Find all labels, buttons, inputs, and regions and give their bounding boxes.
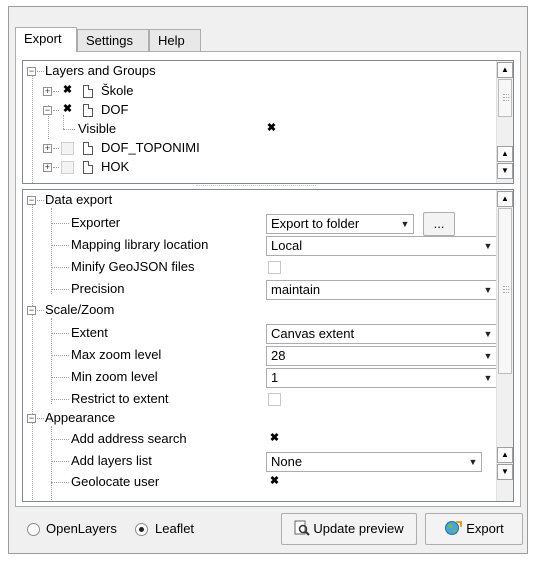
scroll-up-icon[interactable]: ▲ (497, 191, 513, 207)
layers-scrollbar[interactable]: ▲ ▲ ▼ (496, 61, 513, 183)
layer-file-icon (83, 142, 93, 155)
chevron-down-icon: ▼ (483, 373, 493, 383)
geolocate-checkbox[interactable]: ✖ (268, 476, 281, 489)
layer-name: DOF_TOPONIMI (101, 140, 200, 155)
tab-export[interactable]: Export (15, 27, 77, 52)
expand-icon[interactable]: + (43, 87, 52, 96)
section-label: Data export (45, 192, 113, 207)
collapse-icon[interactable]: − (27, 414, 36, 423)
layer-name: Škole (101, 83, 134, 98)
scroll-down-icon[interactable]: ▼ (497, 464, 513, 480)
collapse-icon[interactable]: − (27, 306, 36, 315)
browse-button[interactable]: ... (423, 212, 455, 236)
exporter-select[interactable]: Export to folder ▼ (266, 214, 414, 234)
chevron-down-icon: ▼ (483, 285, 493, 295)
radio-leaflet-label: Leaflet (155, 521, 195, 536)
layer-file-icon (83, 85, 93, 98)
layer-visibility-checkbox[interactable] (61, 161, 74, 174)
restrict-extent-checkbox[interactable] (268, 393, 281, 406)
visible-checkbox[interactable]: ✖ (265, 123, 278, 136)
chevron-down-icon: ▼ (483, 329, 493, 339)
setting-label: Minify GeoJSON files (71, 259, 195, 274)
setting-label: Exporter (71, 215, 121, 230)
radio-leaflet[interactable] (135, 523, 148, 536)
setting-label: Add layers list (71, 453, 152, 468)
setting-label: Restrict to extent (71, 391, 169, 406)
extent-select[interactable]: Canvas extent ▼ (266, 324, 497, 344)
setting-exporter: Exporter Export to folder ▼ ... (23, 212, 497, 236)
layer-name: HOK (101, 159, 130, 174)
min-zoom-select[interactable]: 1 ▼ (266, 368, 497, 388)
section-label: Scale/Zoom (45, 302, 115, 317)
tab-settings[interactable]: Settings (77, 29, 149, 51)
layers-tree[interactable]: − Layers and Groups + ✖ Škole − ✖ DOF Vi… (22, 60, 514, 184)
setting-max-zoom: Max zoom level 28 ▼ (23, 346, 497, 366)
export-dialog: Export Settings Help − Layers and Groups… (8, 6, 528, 554)
setting-extent: Extent Canvas extent ▼ (23, 324, 497, 344)
collapse-icon[interactable]: − (27, 196, 36, 205)
scroll-up-icon[interactable]: ▲ (497, 447, 513, 463)
tab-help[interactable]: Help (149, 29, 201, 51)
setting-label: Min zoom level (71, 369, 158, 384)
collapse-icon[interactable]: − (27, 67, 36, 76)
address-search-checkbox[interactable]: ✖ (268, 433, 281, 446)
minify-checkbox[interactable] (268, 261, 281, 274)
scroll-up-icon[interactable]: ▲ (497, 146, 513, 162)
scroll-thumb[interactable] (498, 208, 512, 374)
globe-export-icon (445, 521, 463, 535)
scroll-thumb[interactable] (498, 79, 512, 117)
chevron-down-icon: ▼ (468, 457, 478, 467)
setting-restrict-extent: Restrict to extent (23, 390, 497, 410)
setting-address-search: Add address search ✖ (23, 430, 497, 450)
layer-visibility-checkbox[interactable] (61, 142, 74, 155)
setting-min-zoom: Min zoom level 1 ▼ (23, 368, 497, 388)
setting-geolocate: Geolocate user ✖ (23, 473, 497, 493)
tree-node-label: Layers and Groups (45, 63, 156, 78)
layer-name: DOF (101, 102, 129, 117)
setting-label: Extent (71, 325, 108, 340)
scroll-up-icon[interactable]: ▲ (497, 62, 513, 78)
setting-label: Mapping library location (71, 237, 209, 252)
layer-file-icon (83, 161, 93, 174)
layer-file-icon (83, 104, 93, 117)
property-label: Visible (78, 121, 117, 136)
radio-openlayers-label: OpenLayers (46, 521, 117, 536)
layers-list-select[interactable]: None ▼ (266, 452, 482, 472)
setting-minify-geojson: Minify GeoJSON files (23, 258, 497, 278)
setting-label: Geolocate user (71, 474, 160, 489)
mapping-library-select[interactable]: Local ▼ (266, 236, 497, 256)
max-zoom-select[interactable]: 28 ▼ (266, 346, 497, 366)
settings-tree[interactable]: − Data export Exporter Export to folder … (22, 189, 514, 502)
chevron-down-icon: ▼ (400, 219, 410, 229)
setting-mapping-library: Mapping library location Local ▼ (23, 236, 497, 256)
section-label: Appearance (45, 410, 116, 425)
expand-icon[interactable]: + (43, 144, 52, 153)
settings-scrollbar[interactable]: ▲ ▲ ▼ (496, 190, 513, 501)
setting-layers-list: Add layers list None ▼ (23, 452, 497, 472)
radio-openlayers[interactable] (27, 523, 40, 536)
magnifier-page-icon (294, 520, 311, 536)
export-button[interactable]: Export (425, 513, 523, 545)
setting-label: Add address search (71, 431, 187, 446)
scroll-down-icon[interactable]: ▼ (497, 163, 513, 179)
chevron-down-icon: ▼ (483, 241, 493, 251)
setting-label: Precision (71, 281, 125, 296)
export-tab-panel: − Layers and Groups + ✖ Škole − ✖ DOF Vi… (15, 51, 521, 507)
precision-select[interactable]: maintain ▼ (266, 280, 497, 300)
chevron-down-icon: ▼ (483, 351, 493, 361)
setting-precision: Precision maintain ▼ (23, 280, 497, 300)
update-preview-button[interactable]: Update preview (281, 513, 417, 545)
collapse-icon[interactable]: − (43, 106, 52, 115)
layer-visibility-checkbox[interactable]: ✖ (61, 85, 74, 98)
setting-label: Max zoom level (71, 347, 162, 362)
expand-icon[interactable]: + (43, 163, 52, 172)
